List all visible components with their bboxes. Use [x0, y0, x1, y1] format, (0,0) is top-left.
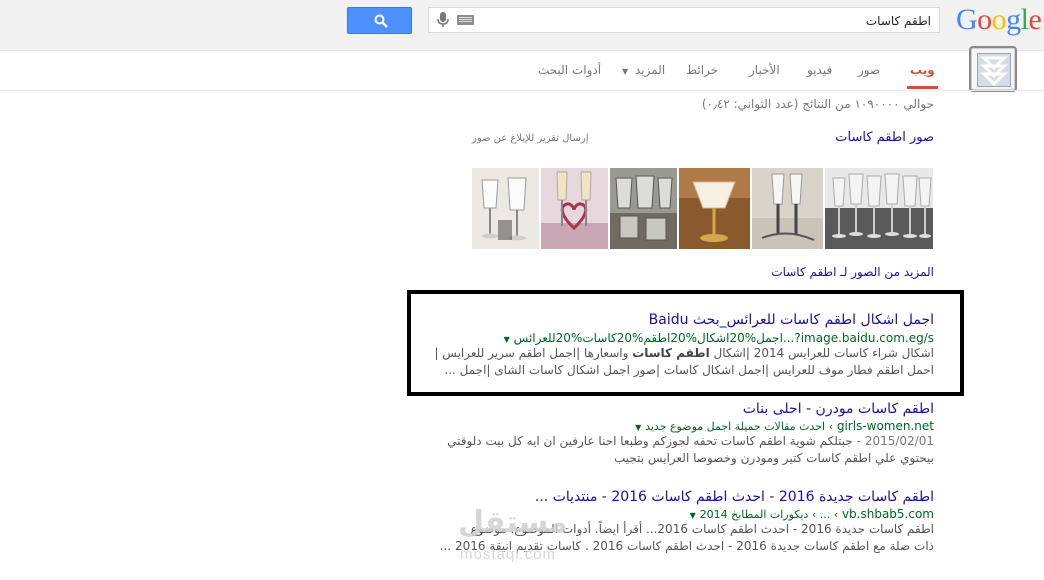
logo-letter: G: [956, 3, 978, 36]
google-logo[interactable]: Google: [956, 3, 1042, 37]
watermark-latin: mostaql.com: [460, 546, 557, 563]
result-snippet: بيحتوي علي اطقم كاسات كتير ومودرن وخصوصا…: [614, 451, 934, 465]
watermark-arabic: مستقل: [458, 505, 568, 540]
logo-letter: o: [977, 3, 992, 36]
tab-web[interactable]: ويب: [910, 63, 935, 77]
result-url-text: image.baidu.com.eg/s?...اجمل%20اشكال%20ا…: [513, 331, 934, 345]
tab-videos[interactable]: فيديو: [807, 63, 832, 77]
result-url[interactable]: vb.shbab5.com › ... › ديكورات المطابخ 20…: [690, 507, 934, 521]
image-thumbnail[interactable]: [825, 168, 933, 249]
result-breadcrumb: › احدث مقالات جميلة اجمل موضوع جديد: [645, 420, 834, 433]
images-block-title[interactable]: صور اطقم كاسات: [835, 130, 934, 145]
snippet-text: جبتلكم شوية اطقم كاسات تحفه لجوزكم وطبعا…: [447, 434, 853, 448]
result-date: 2015/02/01 -: [852, 434, 934, 448]
more-images-link[interactable]: المزيد من الصور لـ اطقم كاسات: [771, 265, 934, 279]
result-url[interactable]: image.baidu.com.eg/s?...اجمل%20اشكال%20ا…: [504, 331, 934, 345]
result-url[interactable]: girls-women.net › احدث مقالات جميلة اجمل…: [635, 419, 934, 433]
image-thumbnail[interactable]: [610, 168, 677, 249]
result-url-text: vb.shbab5.com: [841, 507, 934, 521]
report-images-link[interactable]: إرسال تقرير للإبلاغ عن صور: [472, 133, 588, 144]
logo-letter: o: [991, 3, 1007, 36]
result-title[interactable]: اجمل اشكال اطقم كاسات للعرائس_بحث Baidu: [649, 312, 934, 328]
logo-letter: g: [1006, 3, 1021, 36]
browser-extension-icon[interactable]: [969, 46, 1017, 92]
search-box: [428, 7, 940, 33]
tab-news[interactable]: الأخبار: [749, 63, 780, 77]
result-stats: حوالي ١٠٩٠٠٠٠ من النتائج (عدد الثواني: ٠…: [701, 97, 934, 111]
image-thumbnail[interactable]: [752, 168, 823, 249]
tab-images[interactable]: صور: [858, 63, 880, 77]
logo-letter: e: [1028, 3, 1042, 36]
chevron-down-icon[interactable]: ▼: [635, 423, 641, 432]
logo-letter: l: [1020, 3, 1029, 36]
keyboard-icon[interactable]: [457, 15, 474, 25]
image-thumbnail[interactable]: [541, 168, 608, 249]
search-icon: [374, 14, 388, 28]
tabs-divider: [0, 90, 1044, 91]
tab-more[interactable]: المزيد ▼: [622, 63, 665, 77]
image-thumbnail[interactable]: [472, 168, 539, 249]
result-title[interactable]: اطقم كاسات مودرن - احلى بنات: [743, 401, 934, 417]
result-snippet: اشكال شراء كاسات للعرايس 2014 |اشكال اطق…: [434, 345, 934, 362]
chevron-down-icon[interactable]: ▼: [504, 335, 510, 344]
microphone-icon[interactable]: [437, 12, 449, 28]
snippet-keyword: اطقم كاسات: [632, 346, 710, 360]
search-input[interactable]: [529, 11, 933, 31]
snippet-text: اشكال شراء كاسات للعرايس 2014 |اشكال: [709, 346, 935, 360]
snippet-text: واسعارها |اجمل اطقم سرير للعرايس |: [434, 346, 633, 360]
watermark: مستقل mostaql.com: [458, 505, 568, 563]
chevron-down-icon: ▼: [622, 67, 629, 76]
search-button[interactable]: [347, 7, 412, 34]
chevron-down-icon[interactable]: ▼: [690, 511, 696, 520]
active-tab-indicator: [907, 86, 938, 89]
tab-search-tools[interactable]: أدوات البحث: [538, 63, 601, 77]
image-thumbnail[interactable]: [679, 168, 750, 249]
arrows-down-icon: [977, 53, 1011, 87]
result-breadcrumb: › ... › ديكورات المطابخ 2014: [699, 508, 839, 521]
result-snippet: احمل اطقم فطار موف للعرايس |اجمل اشكال ك…: [444, 363, 934, 377]
tab-maps[interactable]: خرائط: [686, 63, 718, 77]
result-title[interactable]: اطقم كاسات جديدة 2016 - احدث اطقم كاسات …: [535, 489, 934, 505]
result-snippet: 2015/02/01 - جبتلكم شوية اطقم كاسات تحفه…: [447, 433, 934, 450]
tab-more-label: المزيد: [634, 63, 666, 77]
result-url-text: girls-women.net: [836, 419, 934, 433]
